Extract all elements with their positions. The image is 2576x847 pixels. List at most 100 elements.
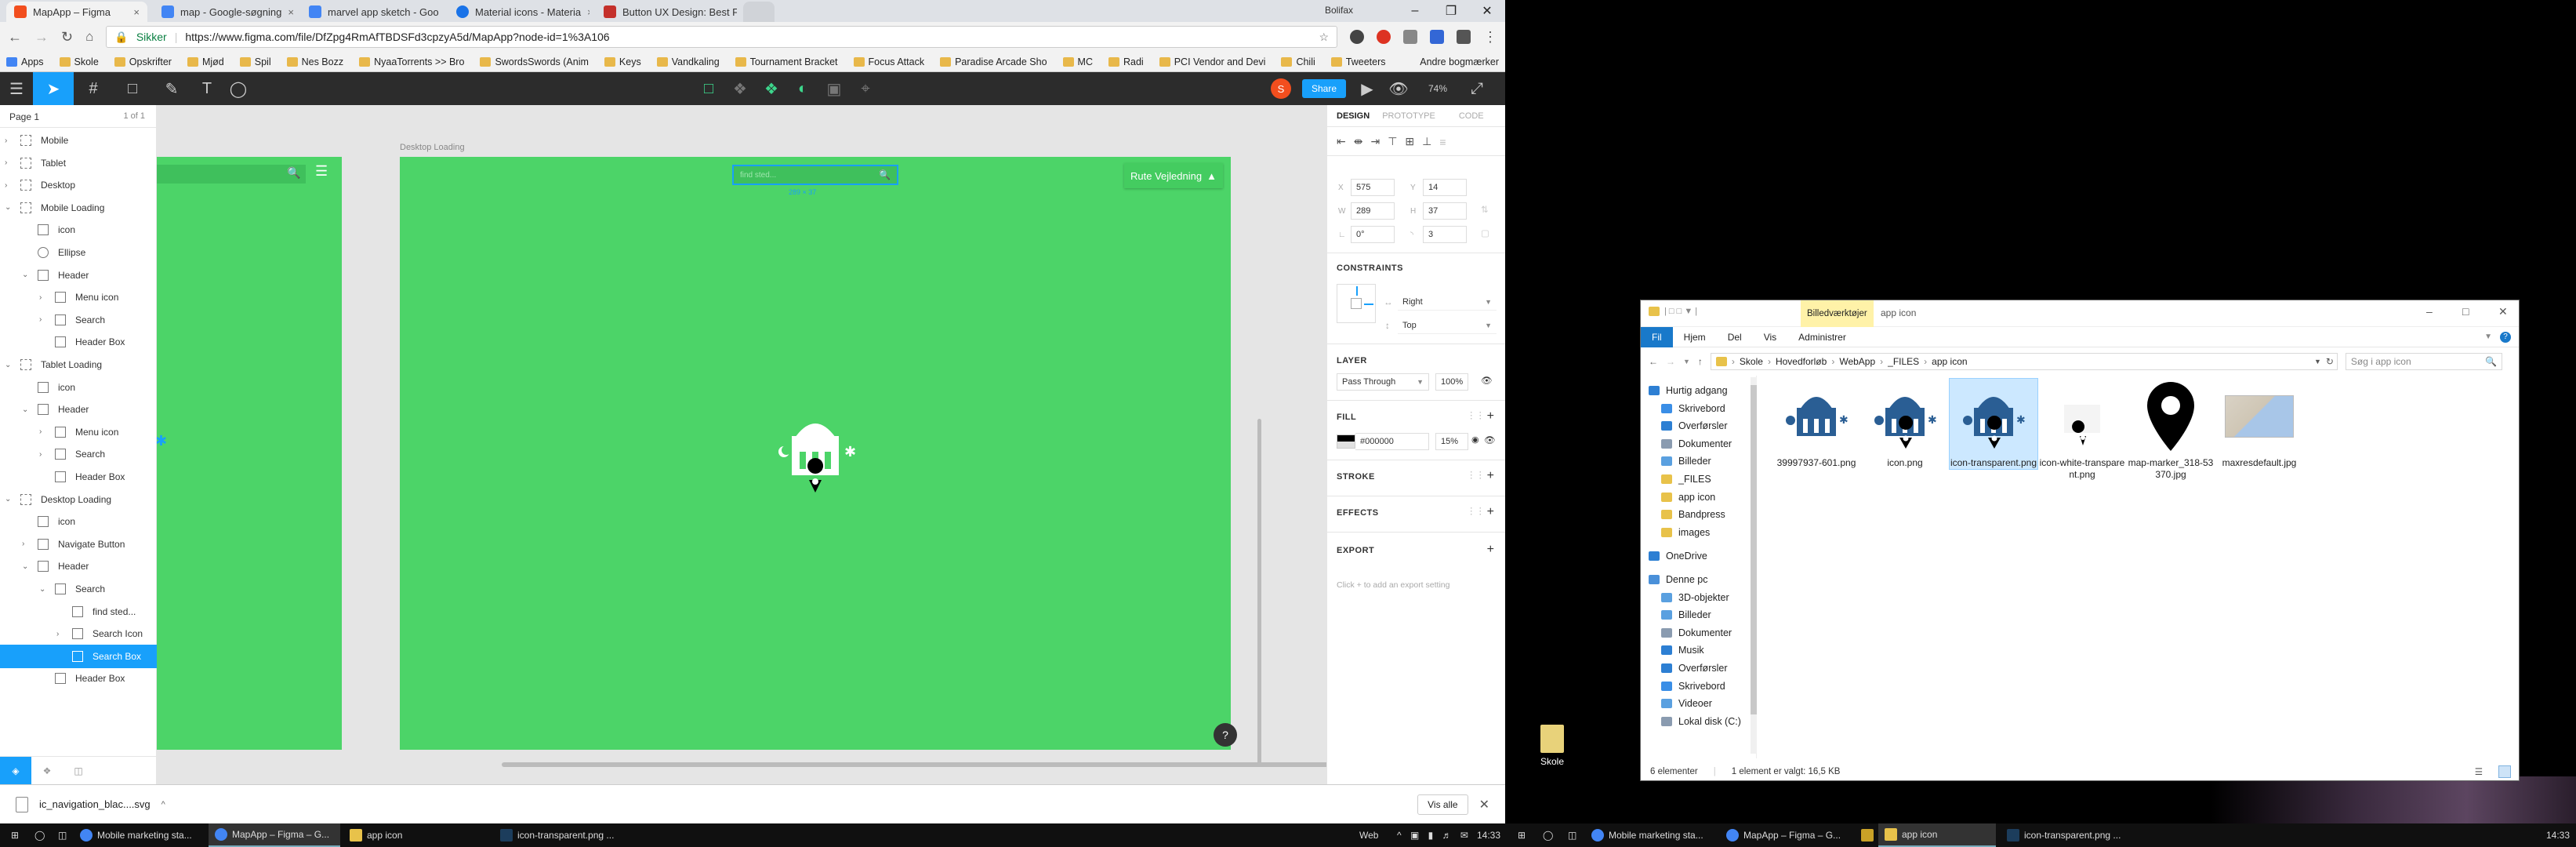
extension-icon[interactable] — [1457, 30, 1471, 44]
align-center-icon[interactable]: ⇼ — [1354, 135, 1363, 148]
fill-blend-icon[interactable]: ◉ — [1471, 434, 1479, 445]
web-toolbar[interactable]: Web — [1353, 823, 1384, 847]
help-button[interactable]: ? — [1214, 723, 1237, 747]
chevron-down-icon[interactable]: ⌄ — [22, 562, 33, 571]
nav-item[interactable]: Lokal disk (C:) — [1661, 713, 1741, 730]
nav-item[interactable]: Overførsler — [1661, 660, 1728, 677]
layer-row[interactable]: › Navigate Button — [0, 533, 157, 556]
figma-canvas[interactable]: 🔍 ☰ ✱ Desktop Loading find sted... 🔍 289… — [157, 105, 1326, 784]
add-export-icon[interactable]: + — [1487, 543, 1494, 557]
height-field[interactable]: 37 — [1423, 202, 1467, 220]
nav-item[interactable]: Hurtig adgang — [1649, 382, 1728, 399]
layer-row[interactable]: ⌄ Header — [0, 398, 157, 421]
effects-styles-icon[interactable]: ⋮⋮ — [1467, 505, 1485, 516]
bookmark-item[interactable]: Paradise Arcade Sho — [940, 56, 1047, 67]
vertical-constraint-select[interactable]: Top ▼ — [1398, 317, 1497, 334]
large-icons-view-icon[interactable] — [2498, 765, 2511, 778]
fill-styles-icon[interactable]: ⋮⋮ — [1467, 409, 1485, 420]
user-avatar[interactable]: S — [1265, 72, 1297, 105]
bookmark-item[interactable]: Opskrifter — [114, 56, 172, 67]
file-item[interactable]: icon-white-transparent.png — [2038, 379, 2126, 481]
nav-item[interactable]: images — [1661, 524, 1710, 541]
layer-opacity-field[interactable]: 100% — [1435, 373, 1468, 391]
horizontal-constraint-select[interactable]: Right ▼ — [1398, 293, 1497, 311]
file-item[interactable]: ✱ icon-transparent.png — [1949, 378, 2038, 470]
chevron-right-icon[interactable]: › — [22, 540, 33, 548]
chevron-right-icon[interactable]: › — [5, 158, 16, 167]
layer-row[interactable]: find sted... — [0, 600, 157, 623]
align-top-icon[interactable]: ⊤ — [1388, 135, 1397, 148]
other-bookmarks[interactable]: Andre bogmærker — [1420, 56, 1499, 67]
crop-icon[interactable]: ⌖ — [850, 72, 881, 105]
layer-row[interactable]: › Menu icon — [0, 285, 157, 309]
chevron-down-icon[interactable]: ⌄ — [5, 361, 16, 369]
bookmark-item[interactable]: Focus Attack — [853, 56, 924, 67]
home-icon[interactable]: ⌂ — [85, 29, 93, 45]
view-icon[interactable]: 👁 — [1383, 72, 1414, 105]
add-stroke-icon[interactable]: + — [1487, 469, 1494, 483]
tab-code[interactable]: CODE — [1459, 111, 1484, 121]
layer-row[interactable]: › Search — [0, 308, 157, 332]
distribute-icon[interactable]: ≡ — [1439, 136, 1446, 148]
url-bar[interactable]: 🔒 Sikker | https://www.figma.com/file/Df… — [106, 26, 1337, 48]
tab-prototype[interactable]: PROTOTYPE — [1382, 111, 1435, 121]
minimize-icon[interactable]: – — [1397, 0, 1433, 22]
nav-item[interactable]: Bandpress — [1661, 506, 1725, 523]
chevron-right-icon[interactable]: › — [56, 630, 67, 638]
taskbar-item-unknown[interactable] — [1855, 823, 1880, 847]
layer-row[interactable]: Ellipse — [0, 241, 157, 264]
add-effect-icon[interactable]: + — [1487, 505, 1494, 519]
file-item[interactable]: ✱ 39997937-601.png — [1772, 379, 1860, 469]
align-left-icon[interactable]: ⇤ — [1337, 135, 1346, 148]
frame-label[interactable]: Desktop Loading — [400, 143, 465, 152]
taskbar-item-photoshop-right[interactable]: icon-transparent.png ... — [2001, 823, 2134, 847]
layer-row[interactable]: icon — [0, 510, 157, 533]
taskbar-item-chrome-figma-right[interactable]: MapApp – Figma – G... — [1720, 823, 1852, 847]
ribbon-tab-hjem[interactable]: Hjem — [1673, 332, 1717, 343]
frame-selection-icon[interactable]: □ — [693, 72, 724, 105]
restore-icon[interactable]: ❐ — [1433, 0, 1469, 22]
close-tab-icon[interactable]: × — [288, 6, 294, 18]
star-icon[interactable]: ☆ — [1319, 31, 1329, 44]
quick-access-toolbar[interactable]: | □ □ ▼ | — [1664, 307, 1697, 316]
nav-item[interactable]: Musik — [1661, 642, 1704, 659]
main-menu-icon[interactable]: ☰ — [0, 72, 33, 105]
zoom-level[interactable]: 74% — [1414, 72, 1461, 105]
recent-locations-icon[interactable]: ▼ — [1683, 358, 1690, 365]
forward-icon[interactable]: → — [34, 29, 49, 45]
layer-row[interactable]: Header Box — [0, 330, 157, 354]
nav-item[interactable]: OneDrive — [1649, 547, 1707, 565]
close-tab-icon[interactable]: × — [587, 6, 590, 18]
move-tool-icon[interactable]: ➤ — [33, 72, 74, 105]
bookmark-item[interactable]: PCI Vendor and Devi — [1159, 56, 1265, 67]
nav-item[interactable]: _FILES — [1661, 471, 1711, 488]
tab-marvel[interactable]: marvel app sketch - Goo × — [301, 2, 442, 22]
text-tool-icon[interactable]: T — [191, 72, 223, 105]
extension-icon[interactable] — [1430, 30, 1444, 44]
chevron-right-icon[interactable]: › — [5, 136, 16, 145]
system-tray-icons[interactable]: ^ ▣ ▮ ♬ ✉ — [1391, 823, 1478, 847]
layer-row[interactable]: › Search — [0, 442, 157, 466]
visibility-icon[interactable]: 👁 — [1481, 375, 1493, 386]
ribbon-tab-del[interactable]: Del — [1717, 332, 1753, 343]
nav-item[interactable]: Skrivebord — [1661, 400, 1725, 417]
share-button[interactable]: Share — [1301, 79, 1347, 98]
page-name[interactable]: Page 1 — [9, 111, 39, 122]
file-item[interactable]: ✱ icon.png — [1861, 379, 1949, 469]
bookmark-item[interactable]: Mjød — [187, 56, 224, 67]
nav-item[interactable]: 3D-objekter — [1661, 589, 1729, 606]
corner-radius-field[interactable]: 3 — [1423, 226, 1467, 243]
fullscreen-icon[interactable]: ⤢ — [1461, 72, 1493, 105]
rectangle-tool-icon[interactable]: □ — [113, 72, 152, 105]
taskbar-item-photoshop[interactable]: icon-transparent.png ... — [494, 823, 626, 847]
fill-opacity-field[interactable]: 15% — [1435, 433, 1468, 450]
rotation-field[interactable]: 0° — [1351, 226, 1395, 243]
navigate-button[interactable]: Rute Vejledning ▲ — [1124, 163, 1223, 188]
extension-icon[interactable] — [1350, 30, 1364, 44]
taskbar-item-chrome-figma[interactable]: MapApp – Figma – G... — [209, 823, 340, 847]
close-window-icon[interactable]: ✕ — [1469, 0, 1505, 22]
bookmark-item[interactable]: Apps — [6, 56, 44, 67]
layer-row[interactable]: › Tablet — [0, 151, 157, 175]
nav-item[interactable]: app icon — [1661, 489, 1715, 506]
layer-row[interactable]: ⌄ Header — [0, 264, 157, 287]
